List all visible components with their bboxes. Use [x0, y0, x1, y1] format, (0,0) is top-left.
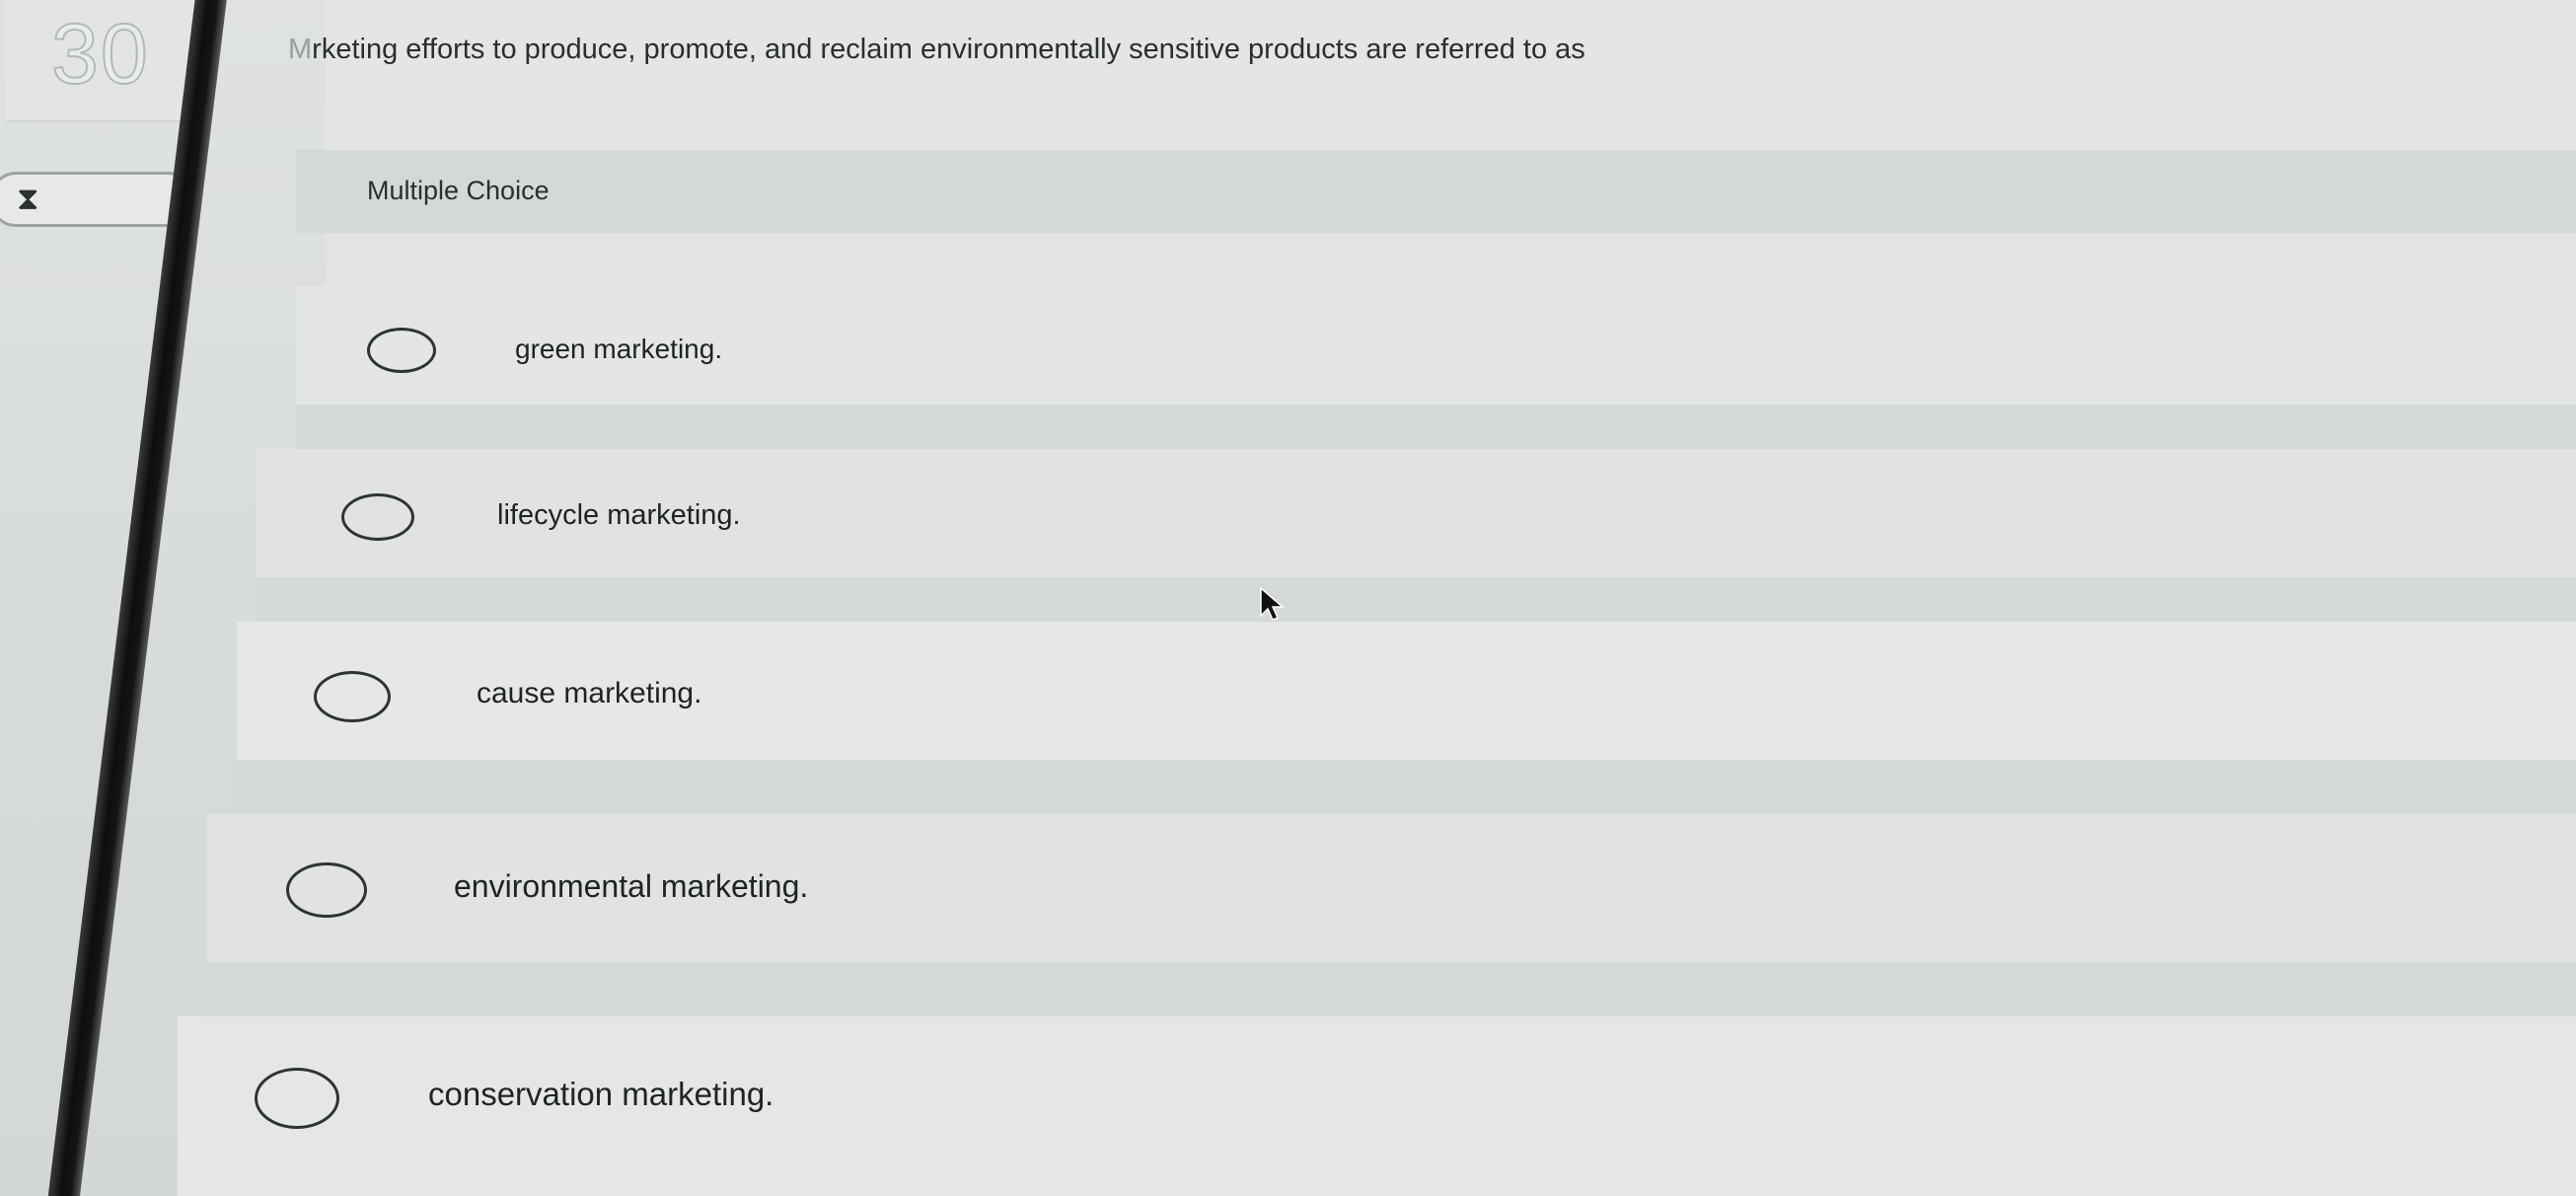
timer-badge[interactable]: ⧗	[0, 172, 193, 227]
row-separator	[207, 962, 2576, 1016]
question-text: Mrketing efforts to produce, promote, an…	[288, 34, 1585, 66]
option-radio-2[interactable]	[341, 493, 414, 541]
row-separator	[237, 760, 2576, 814]
option-label-1[interactable]: green marketing.	[515, 334, 722, 365]
option-radio-3[interactable]	[314, 671, 391, 722]
option-label-5[interactable]: conservation marketing.	[428, 1076, 773, 1113]
question-prefix-mark: M	[288, 34, 313, 65]
option-label-3[interactable]: cause marketing.	[477, 677, 701, 710]
option-radio-4[interactable]	[286, 862, 367, 918]
question-number: 30	[50, 6, 150, 103]
question-type-band	[296, 150, 2576, 233]
option-radio-1[interactable]	[367, 328, 436, 373]
option-label-4[interactable]: environmental marketing.	[454, 868, 808, 905]
option-radio-5[interactable]	[255, 1068, 339, 1129]
question-number-box: 30	[6, 0, 210, 122]
row-separator	[296, 405, 2576, 449]
option-label-2[interactable]: lifecycle marketing.	[497, 499, 741, 532]
quiz-page: 30 ⧗ Mrketing efforts to produce, promot…	[0, 0, 2576, 1196]
question-text-body: rketing efforts to produce, promote, and…	[312, 34, 1585, 65]
question-type-label: Multiple Choice	[367, 176, 550, 205]
hourglass-icon: ⧗	[17, 181, 39, 216]
row-separator	[257, 577, 2576, 622]
